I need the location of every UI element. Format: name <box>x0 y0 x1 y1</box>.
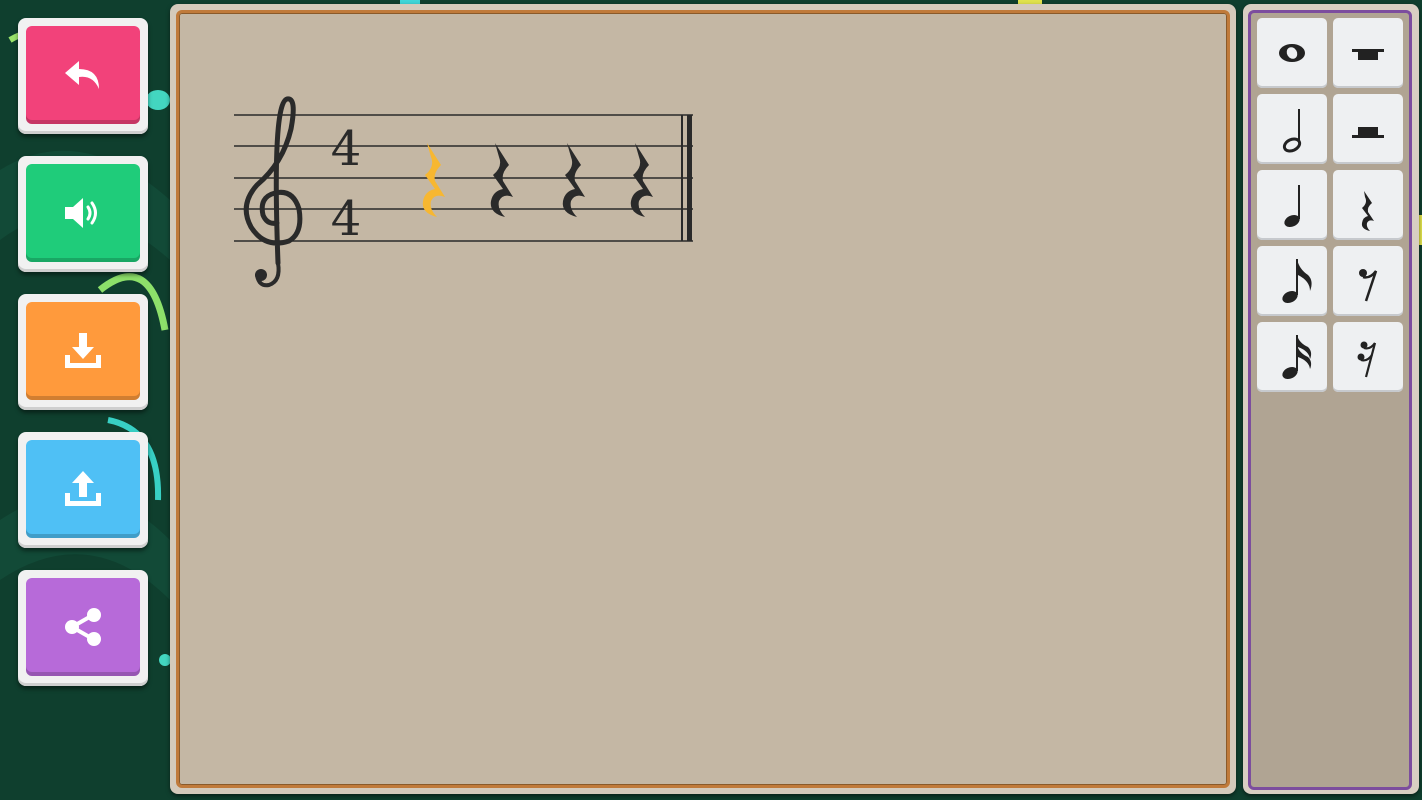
score-canvas[interactable]: 4 4 <box>176 10 1230 788</box>
share-icon <box>65 608 101 646</box>
sixteenth-rest-button[interactable] <box>1333 322 1403 392</box>
quarter-rest-1-selected[interactable] <box>422 143 445 217</box>
quarter-rest-icon <box>1361 191 1374 231</box>
quarter-note-icon <box>1284 185 1300 228</box>
whole-rest-icon <box>1352 49 1384 60</box>
sixteenth-rest-icon <box>1357 341 1377 378</box>
staff-lines <box>234 114 693 242</box>
note-palette <box>1243 4 1419 794</box>
quarter-rest-4[interactable] <box>630 143 653 217</box>
whole-rest-button[interactable] <box>1333 18 1403 88</box>
eighth-rest-button[interactable] <box>1333 246 1403 316</box>
quarter-note-button[interactable] <box>1257 170 1327 240</box>
half-rest-button[interactable] <box>1333 94 1403 164</box>
note-palette-panel <box>1248 10 1412 790</box>
undo-button-face <box>26 26 140 124</box>
quarter-rest-3[interactable] <box>562 143 585 217</box>
share-button-face <box>26 578 140 676</box>
staff: 4 4 <box>234 96 693 288</box>
eighth-note-button[interactable] <box>1257 246 1327 316</box>
treble-clef <box>243 96 303 288</box>
score-board: 4 4 <box>170 4 1236 794</box>
eighth-rest-icon <box>1359 269 1378 302</box>
half-rest-icon <box>1352 127 1384 138</box>
speaker-icon <box>65 198 97 228</box>
time-signature-denominator: 4 <box>331 191 362 247</box>
whole-note-icon <box>1279 44 1305 62</box>
upload-button[interactable] <box>18 432 148 548</box>
play-sound-button-face <box>26 164 140 262</box>
download-button-face <box>26 302 140 400</box>
upload-icon <box>65 471 101 506</box>
share-button[interactable] <box>18 570 148 686</box>
eighth-note-icon <box>1282 259 1312 304</box>
time-signature-numerator: 4 <box>331 121 362 177</box>
undo-arrow-icon <box>65 61 99 89</box>
quarter-rest-button[interactable] <box>1333 170 1403 240</box>
half-note-button[interactable] <box>1257 94 1327 164</box>
download-button[interactable] <box>18 294 148 410</box>
half-note-icon <box>1282 109 1302 153</box>
whole-note-button[interactable] <box>1257 18 1327 88</box>
quarter-rest-2[interactable] <box>490 143 513 217</box>
download-icon <box>65 333 101 368</box>
upload-button-face <box>26 440 140 538</box>
sixteenth-note-button[interactable] <box>1257 322 1327 392</box>
undo-button[interactable] <box>18 18 148 134</box>
sixteenth-note-icon <box>1282 335 1312 380</box>
play-sound-button[interactable] <box>18 156 148 272</box>
